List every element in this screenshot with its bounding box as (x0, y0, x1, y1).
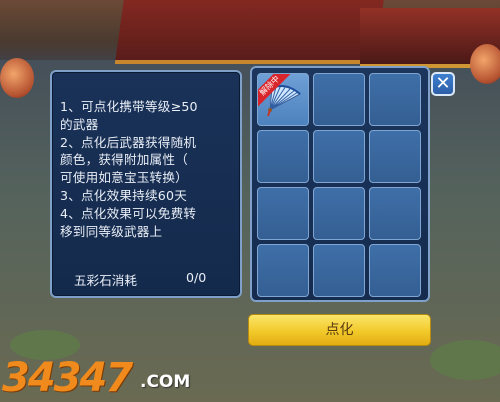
description-line: 颜色，获得附加属性（ (60, 152, 188, 168)
lantern-decoration (470, 44, 500, 84)
inventory-slot[interactable] (369, 130, 421, 183)
description-line: 可使用如意宝玉转换） (60, 170, 188, 186)
cost-row: 五彩石消耗 0/0 (74, 270, 234, 288)
inventory-slot[interactable] (369, 187, 421, 240)
lantern-decoration (0, 58, 34, 98)
watermark-logo: 34347 (2, 355, 133, 401)
description-text: 1、可点化携带等级≥50 的武器 2、点化后武器获得随机 颜色，获得附加属性（ … (60, 98, 238, 240)
description-line: 1、可点化携带等级≥50 (60, 99, 198, 114)
inventory-slot[interactable] (369, 244, 421, 297)
close-button[interactable]: ✕ (431, 72, 455, 96)
inventory-slot[interactable] (257, 187, 309, 240)
refine-button[interactable]: 点化 (248, 314, 431, 346)
description-line: 2、点化后武器获得随机 (60, 134, 197, 150)
inventory-slot[interactable] (313, 73, 365, 126)
description-line: 3、点化效果持续60天 (60, 187, 187, 203)
inventory-slot[interactable] (257, 244, 309, 297)
cost-value: 0/0 (186, 270, 207, 285)
description-line: 4、点化效果可以免费转 (60, 205, 197, 221)
close-icon: ✕ (435, 73, 451, 94)
inventory-grid: 解除中 (257, 73, 421, 297)
description-line: 移到同等级武器上 (60, 223, 163, 239)
description-line: 的武器 (60, 116, 99, 132)
inventory-slot-weapon[interactable]: 解除中 (257, 73, 309, 126)
background-roof (114, 0, 386, 64)
inventory-slot[interactable] (369, 73, 421, 126)
cost-label: 五彩石消耗 (74, 273, 137, 288)
inventory-slot[interactable] (313, 130, 365, 183)
background-hill (430, 340, 500, 380)
inventory-slot[interactable] (257, 130, 309, 183)
inventory-slot[interactable] (313, 244, 365, 297)
info-panel: 1、可点化携带等级≥50 的武器 2、点化后武器获得随机 颜色，获得附加属性（ … (50, 70, 242, 298)
inventory-panel: 解除中 (250, 66, 430, 302)
inventory-slot[interactable] (313, 187, 365, 240)
watermark-suffix: .COM (140, 372, 191, 392)
